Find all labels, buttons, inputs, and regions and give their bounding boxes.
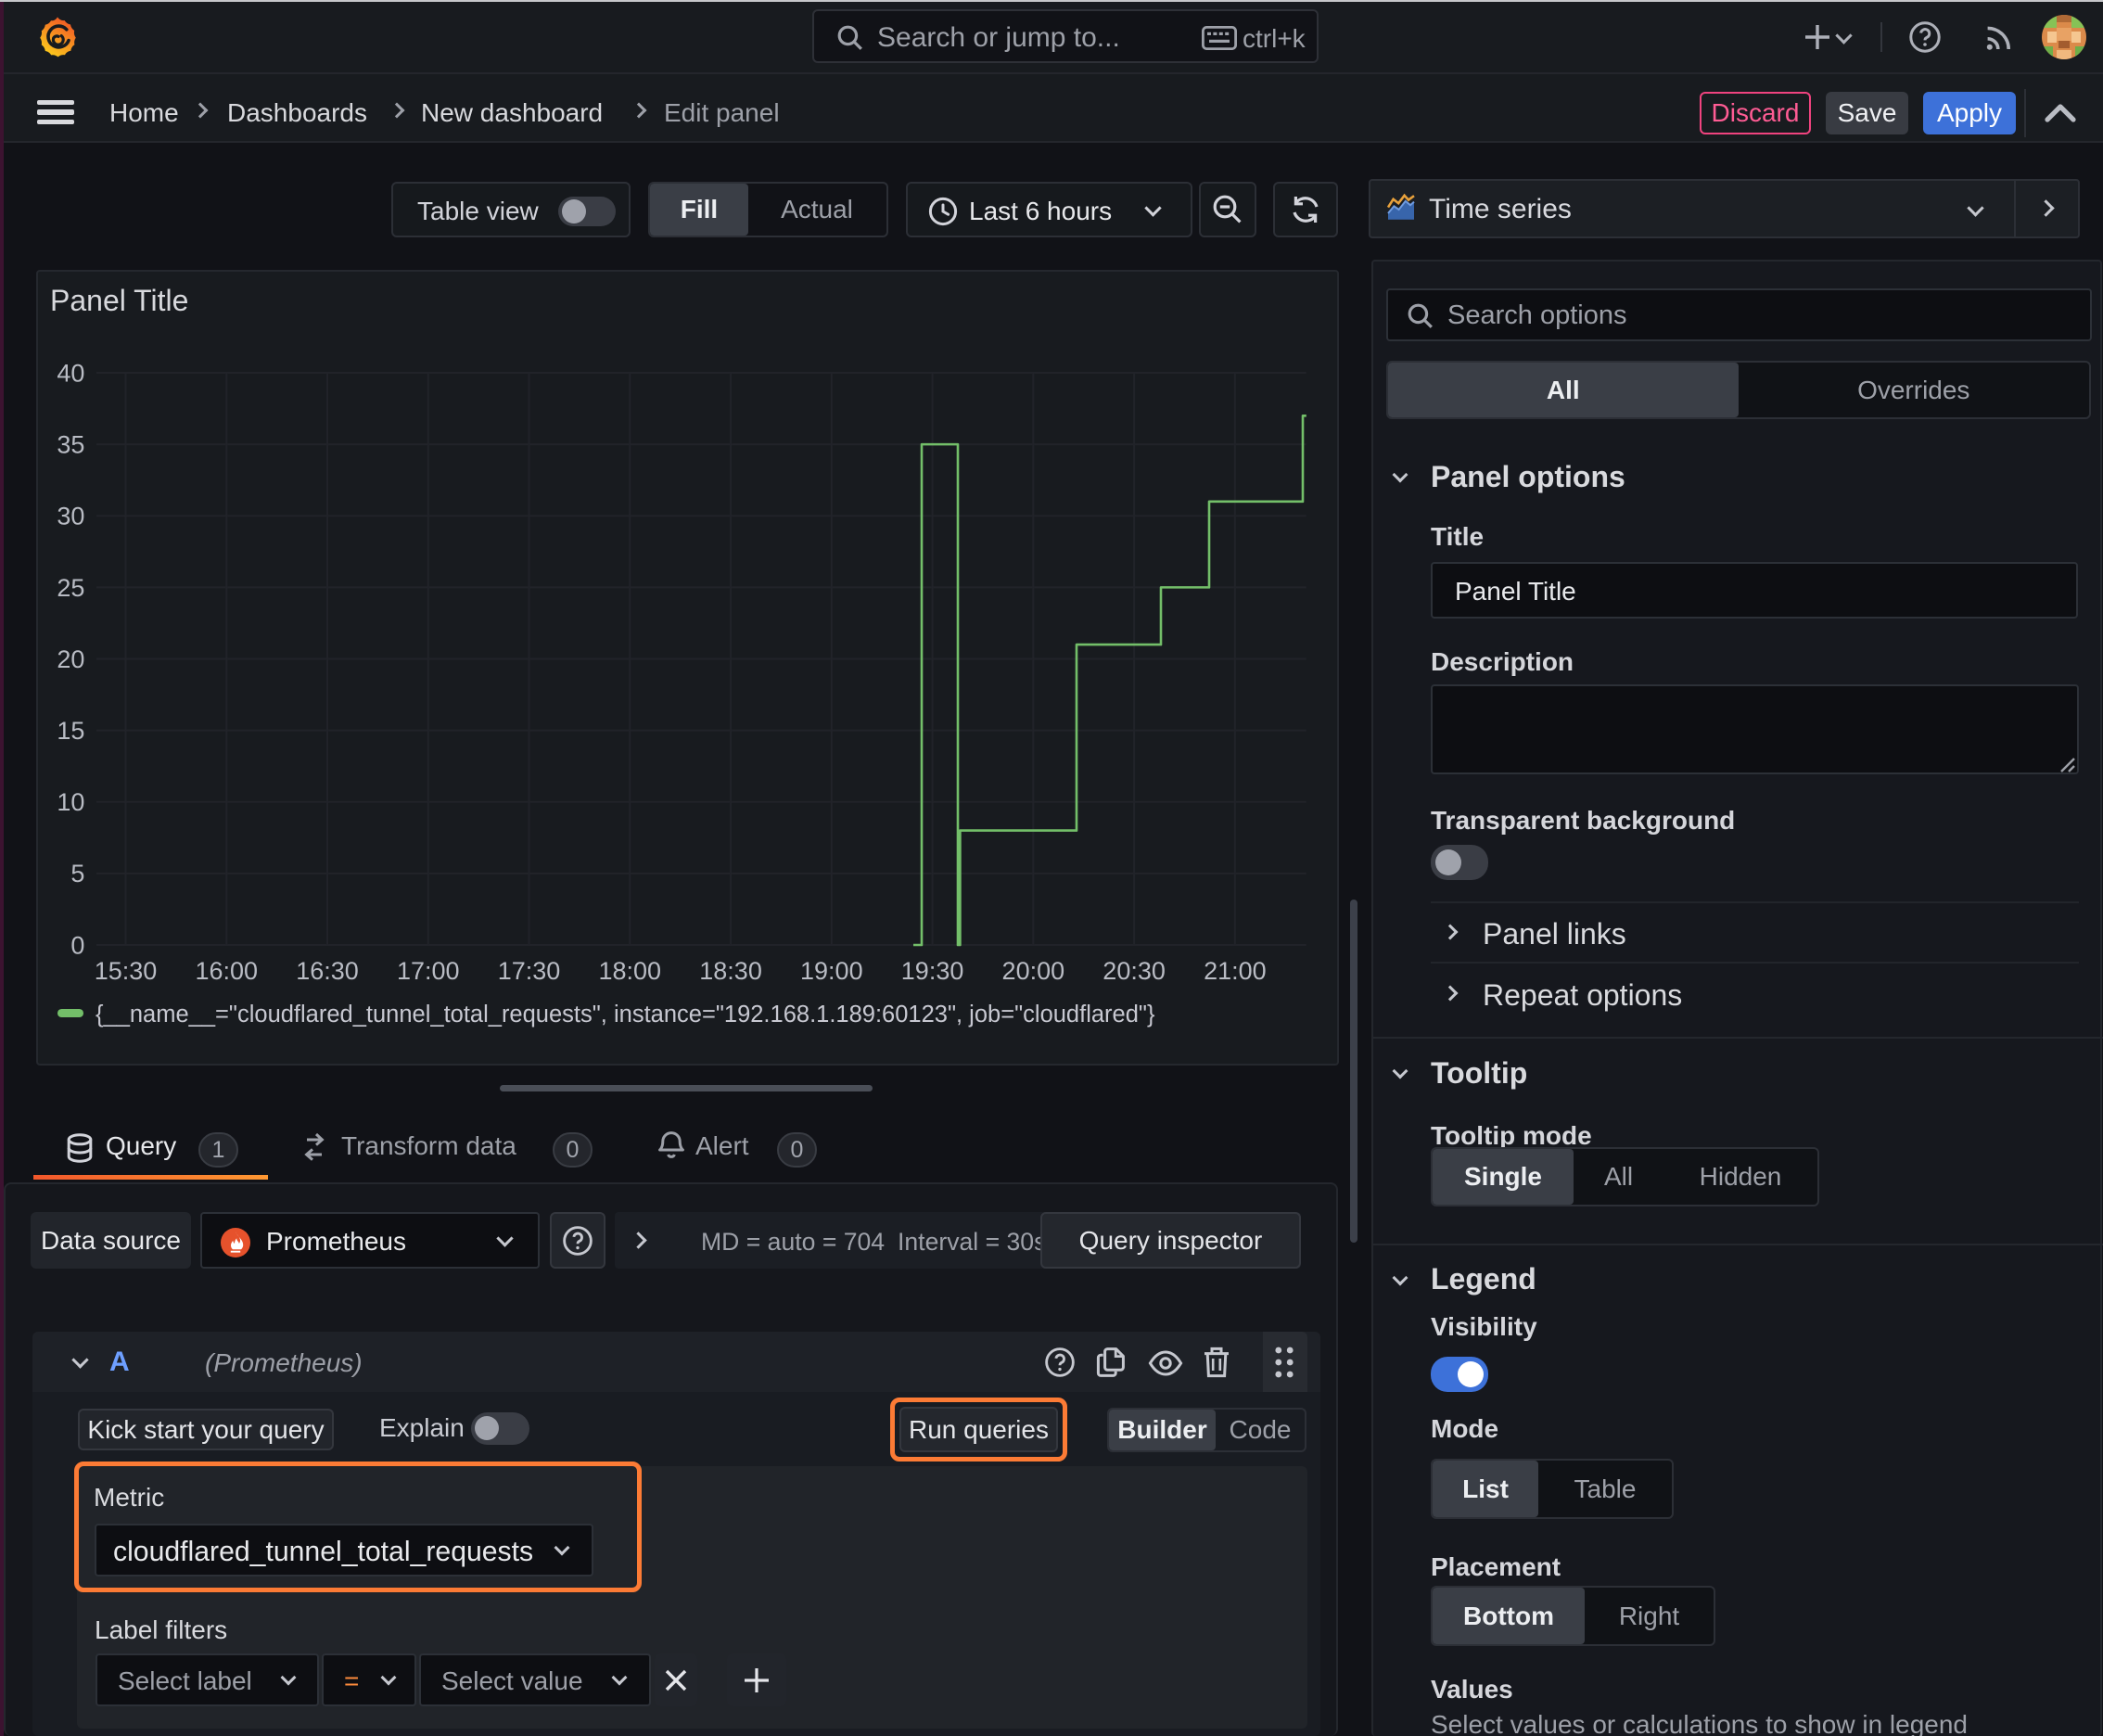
- svg-text:17:30: 17:30: [498, 957, 561, 985]
- svg-text:19:00: 19:00: [800, 957, 863, 985]
- svg-text:18:00: 18:00: [599, 957, 662, 985]
- svg-text:25: 25: [57, 574, 84, 602]
- svg-text:15: 15: [57, 717, 84, 745]
- svg-text:20:00: 20:00: [1002, 957, 1065, 985]
- svg-text:35: 35: [57, 431, 84, 459]
- svg-text:16:30: 16:30: [296, 957, 359, 985]
- svg-text:10: 10: [57, 788, 84, 816]
- svg-text:16:00: 16:00: [195, 957, 258, 985]
- svg-text:20: 20: [57, 645, 84, 673]
- svg-text:17:00: 17:00: [397, 957, 460, 985]
- svg-text:30: 30: [57, 503, 84, 530]
- svg-text:40: 40: [57, 359, 84, 387]
- svg-text:20:30: 20:30: [1102, 957, 1166, 985]
- svg-text:0: 0: [70, 931, 84, 959]
- svg-text:{__name__="cloudflared_tunnel_: {__name__="cloudflared_tunnel_total_requ…: [96, 1002, 1155, 1028]
- svg-text:18:30: 18:30: [699, 957, 762, 985]
- svg-text:5: 5: [70, 860, 84, 887]
- svg-text:15:30: 15:30: [95, 957, 158, 985]
- svg-text:19:30: 19:30: [901, 957, 964, 985]
- svg-text:21:00: 21:00: [1204, 957, 1267, 985]
